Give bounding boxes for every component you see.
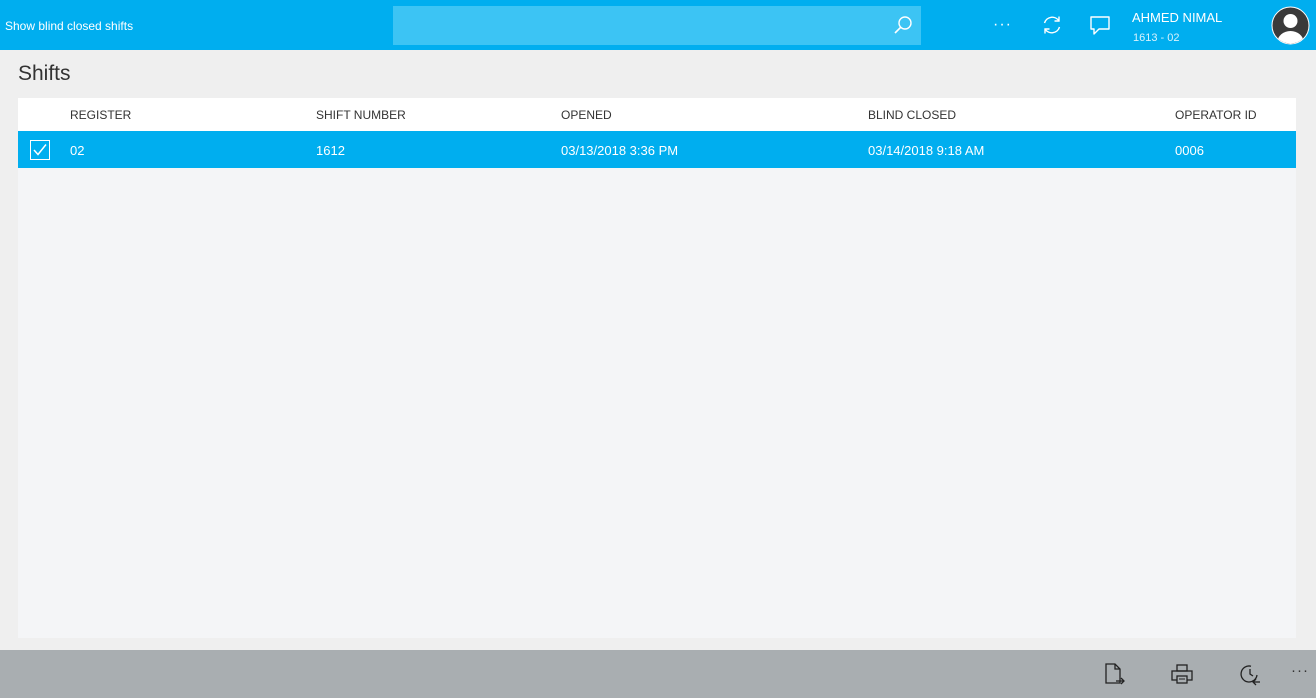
column-header-opened[interactable]: OPENED [561,108,612,122]
export-document-icon[interactable] [1102,662,1126,686]
cell-opened: 03/13/2018 3:36 PM [561,143,679,158]
grid-header: REGISTER SHIFT NUMBER OPENED BLIND CLOSE… [18,98,1296,131]
history-clock-icon[interactable] [1238,662,1262,686]
shifts-grid: REGISTER SHIFT NUMBER OPENED BLIND CLOSE… [18,98,1296,638]
user-name: AHMED NIMAL [1132,10,1223,25]
message-icon[interactable] [1088,13,1112,37]
page-title: Shifts [18,62,71,85]
cell-register: 02 [70,143,85,158]
cell-operator-id: 0006 [1175,143,1204,158]
user-store-register: 1613 - 02 [1133,32,1180,44]
cell-shift-number: 1612 [316,143,345,158]
column-header-operator-id[interactable]: OPERATOR ID [1175,108,1257,122]
bottom-app-bar: ··· [0,650,1316,698]
more-commands-icon[interactable]: ··· [1291,662,1311,684]
column-header-register[interactable]: REGISTER [70,108,131,122]
column-header-shift-number[interactable]: SHIFT NUMBER [316,108,406,122]
cell-blind-closed: 03/14/2018 9:18 AM [868,143,985,158]
print-icon[interactable] [1170,662,1194,686]
refresh-icon[interactable] [1040,13,1064,37]
table-row[interactable]: 02 1612 03/13/2018 3:36 PM 03/14/2018 9:… [18,131,1296,168]
row-select-checkbox[interactable] [30,140,50,160]
user-avatar-icon[interactable] [1271,6,1310,45]
column-header-blind-closed[interactable]: BLIND CLOSED [868,108,956,122]
search-input[interactable] [393,6,921,45]
top-bar: Show blind closed shifts ··· AHMED NIMAL… [0,0,1316,50]
more-options-icon[interactable]: ··· [993,14,1015,36]
search-icon[interactable] [891,14,915,38]
search-box[interactable] [393,6,921,45]
page-header-title: Show blind closed shifts [5,19,134,33]
